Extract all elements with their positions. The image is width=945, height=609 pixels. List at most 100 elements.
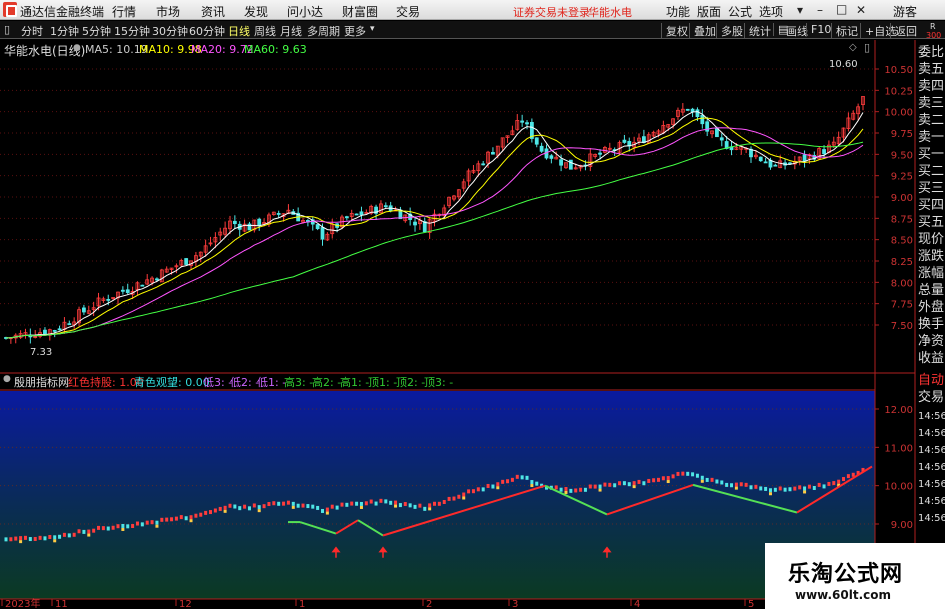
side-item-net-assets[interactable]: 净资 (918, 335, 945, 349)
menu-item-ask[interactable]: 问小达 (287, 3, 323, 20)
date-tick-label: 1 (299, 599, 305, 609)
candle-body (822, 149, 826, 155)
candle-body (413, 221, 417, 226)
indicator-bar (350, 501, 354, 506)
side-item-turnover[interactable]: 换手 (918, 318, 945, 332)
diamond-icon[interactable]: ◇ (849, 42, 857, 53)
period-tab-15min[interactable]: 15分钟 (114, 23, 150, 39)
indicator-bar (433, 501, 436, 506)
restore-rights-button[interactable]: 复权 (661, 23, 688, 39)
side-item-ask3[interactable]: 卖三 (918, 97, 945, 111)
indicator-bar (209, 510, 213, 515)
close-icon[interactable]: ✕ (856, 3, 866, 17)
menu-item-market[interactable]: 市场 (156, 3, 180, 20)
side-item-ask2[interactable]: 卖二 (918, 114, 945, 128)
side-item-bid2[interactable]: 买二 (918, 165, 945, 179)
indicator-bar (793, 486, 797, 491)
toolbar-menu-icon[interactable]: ▯ (4, 23, 10, 36)
indicator-bar (574, 488, 578, 493)
indicator-bar-marker (428, 507, 432, 511)
side-item-bid1[interactable]: 买一 (918, 148, 945, 162)
indicator-options-icon[interactable]: ● (3, 374, 11, 384)
minimize-icon[interactable]: – (817, 3, 823, 17)
draw-line-button[interactable]: 画线 (786, 23, 808, 39)
side-item-earnings[interactable]: 收益 (918, 352, 945, 366)
side-item-bid5[interactable]: 买五 (918, 216, 945, 230)
period-tab-30min[interactable]: 30分钟 (152, 23, 188, 39)
mark-button[interactable]: 标记 (831, 23, 858, 39)
period-tab-60min[interactable]: 60分钟 (189, 23, 225, 39)
indicator-bar-marker (325, 511, 329, 515)
indicator-bar (593, 484, 597, 489)
side-item-price[interactable]: 现价 (918, 233, 945, 247)
side-item-volume[interactable]: 总量 (918, 284, 945, 298)
overlay-button[interactable]: 叠加 (689, 23, 716, 39)
candle-body (534, 137, 539, 145)
indicator-bar (33, 536, 37, 541)
side-item-bid4[interactable]: 买四 (918, 199, 945, 213)
menu-item-options[interactable]: 选项 (759, 3, 783, 20)
menu-item-quotes[interactable]: 行情 (112, 3, 136, 20)
chart-options-icon[interactable]: ● (73, 43, 81, 53)
chart-canvas[interactable]: 10.50 10.25 10.00 9.75 9.50 9.25 9.00 8.75 8.50 8… (0, 40, 945, 609)
period-tab-intraday[interactable]: 分时 (21, 23, 43, 39)
period-tab-1min[interactable]: 1分钟 (50, 23, 79, 39)
menu-item-trade[interactable]: 交易 (396, 3, 420, 20)
indicator-bar (111, 525, 115, 530)
period-tab-more[interactable]: 更多 (344, 23, 366, 39)
side-r-label: R (930, 22, 936, 31)
side-item-committee-ratio[interactable]: 委比 (918, 46, 945, 60)
indicator-bar (486, 483, 490, 488)
user-label[interactable]: 游客 (893, 3, 917, 20)
candle-body (700, 114, 705, 125)
price-tick-label: 9.25 (891, 172, 913, 183)
multi-stock-button[interactable]: 多股 (716, 23, 743, 39)
more-dropdown-icon[interactable]: ▾ (370, 24, 375, 34)
window-menu-icon[interactable]: ▾ (797, 3, 803, 17)
candle-body (549, 155, 554, 159)
side-item-change[interactable]: 涨跌 (918, 250, 945, 264)
period-tab-daily[interactable]: 日线 (228, 23, 250, 39)
f10-button[interactable]: F10 (806, 23, 831, 36)
period-tab-weekly[interactable]: 周线 (254, 23, 276, 39)
menu-item-news[interactable]: 资讯 (201, 3, 225, 20)
candle-body (685, 108, 690, 111)
indicator-bar (506, 479, 510, 484)
window-toggle-icon[interactable]: ▯ (864, 41, 870, 54)
indicator-tick-label: 9.00 (891, 520, 913, 531)
back-button[interactable]: 返回 (890, 23, 917, 39)
indicator-bar (364, 501, 368, 506)
indicator-bar (627, 482, 631, 487)
indicator-bar (642, 481, 646, 486)
side-time-4: 14:56 (918, 462, 945, 473)
menu-item-function[interactable]: 功能 (666, 3, 690, 20)
side-item-change-pct[interactable]: 涨幅 (918, 267, 945, 281)
side-item-auto[interactable]: 自动 (918, 374, 945, 388)
statistics-button[interactable]: 统计 (744, 23, 771, 39)
side-item-ask1[interactable]: 卖一 (918, 131, 945, 145)
indicator-bar (739, 482, 743, 487)
indicator-name: 殷朋指标网 (14, 376, 69, 389)
indicator-bar (379, 498, 383, 503)
menu-item-discover[interactable]: 发现 (244, 3, 268, 20)
login-notice[interactable]: 证券交易未登录 (513, 4, 590, 20)
indicator-value-top3: 顶3: - (424, 376, 454, 389)
side-item-outer[interactable]: 外盘 (918, 301, 945, 315)
indicator-bar (155, 520, 159, 525)
menu-item-layout[interactable]: 版面 (697, 3, 721, 20)
period-tab-multi[interactable]: 多周期 (307, 23, 340, 39)
indicator-bar (398, 503, 402, 508)
indicator-bar (160, 517, 164, 522)
indicator-bar (681, 471, 685, 476)
indicator-value-low2: 低2: - (230, 376, 260, 389)
side-item-bid3[interactable]: 买三 (918, 182, 945, 196)
side-item-trade[interactable]: 交易 (918, 391, 945, 405)
menu-item-formula[interactable]: 公式 (728, 3, 752, 20)
low-price-label: 7.33 (30, 347, 53, 358)
maximize-icon[interactable]: □ (836, 2, 847, 16)
side-item-ask5[interactable]: 卖五 (918, 63, 945, 77)
side-item-ask4[interactable]: 卖四 (918, 80, 945, 94)
menu-item-wealth[interactable]: 财富圈 (342, 3, 378, 20)
period-tab-5min[interactable]: 5分钟 (82, 23, 111, 39)
period-tab-monthly[interactable]: 月线 (280, 23, 302, 39)
